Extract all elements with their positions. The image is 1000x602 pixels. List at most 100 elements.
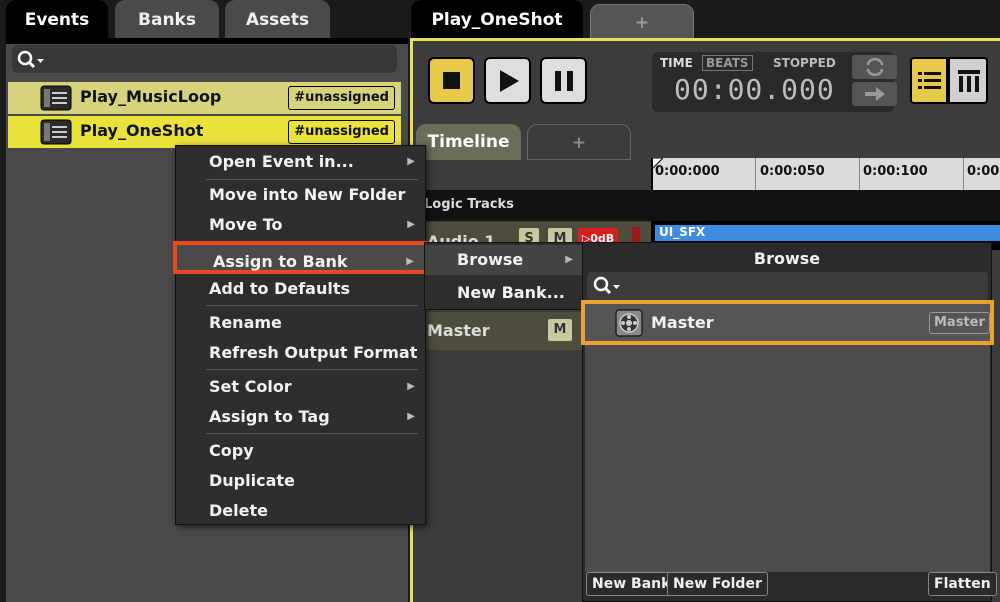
menu-item-label: Rename: [209, 313, 282, 332]
search-icon[interactable]: [593, 276, 623, 296]
time-mode-toggle[interactable]: TIME: [658, 56, 695, 70]
menu-item-label: Browse: [457, 250, 524, 269]
bank-tag-badge: #unassigned: [288, 86, 395, 110]
menu-separator: [206, 305, 418, 306]
time-readout: 00:00.000: [674, 73, 835, 106]
pause-button[interactable]: [540, 57, 587, 104]
ruler-tick: [755, 158, 756, 190]
submenu-arrow-icon: ▶: [407, 381, 415, 392]
submenu-arrow-icon: ▶: [407, 156, 415, 167]
timeline-tab[interactable]: Timeline: [416, 124, 521, 160]
logic-tracks-header[interactable]: Logic Tracks: [424, 190, 1000, 221]
menu-item-move-to[interactable]: Move To ▶: [176, 211, 425, 239]
event-icon: [40, 85, 72, 111]
submenu-arrow-icon: ▶: [407, 219, 415, 230]
arrow-right-icon: [865, 87, 885, 101]
menu-item-label: Duplicate: [209, 471, 295, 490]
instrument-label: UI_SFX: [659, 225, 706, 239]
browse-search-input[interactable]: [587, 272, 988, 300]
menu-item-delete[interactable]: Delete: [176, 497, 425, 525]
audio-instrument-clip[interactable]: UI_SFX: [655, 225, 1000, 241]
list-icon: [918, 72, 941, 89]
bank-tag-badge: #unassigned: [288, 120, 395, 144]
menu-item-add-to-defaults[interactable]: Add to Defaults: [176, 275, 425, 303]
stop-icon: [443, 72, 460, 89]
list-view-button[interactable]: [910, 57, 948, 104]
submenu-arrow-icon: ▶: [406, 256, 414, 267]
menu-item-rename[interactable]: Rename: [176, 309, 425, 337]
event-context-menu: Open Event in... ▶ Move into New Folder M…: [173, 145, 428, 525]
menu-item-duplicate[interactable]: Duplicate: [176, 467, 425, 495]
loop-toggle-button[interactable]: [852, 55, 897, 79]
menu-item-new-bank[interactable]: New Bank...: [425, 279, 583, 307]
track-name: Master: [427, 321, 490, 340]
menu-item-assign-to-tag[interactable]: Assign to Tag ▶: [176, 403, 425, 431]
menu-item-set-color[interactable]: Set Color ▶: [176, 373, 425, 401]
new-folder-button[interactable]: New Folder: [667, 572, 768, 596]
menu-item-label: Add to Defaults: [209, 279, 351, 298]
menu-separator: [206, 433, 418, 434]
ruler-tick-label: 0:00:1: [967, 164, 1000, 179]
menu-item-assign-to-bank[interactable]: Assign to Bank ▶: [173, 241, 428, 274]
assign-to-bank-submenu: Browse ▶ New Bank...: [424, 242, 584, 310]
menu-item-label: Assign to Bank: [213, 252, 348, 271]
stop-button[interactable]: [428, 57, 475, 104]
follow-toggle-button[interactable]: [852, 82, 897, 106]
logic-tracks-label: Logic Tracks: [424, 197, 514, 212]
popup-title: Browse: [753, 249, 821, 268]
tab-assets[interactable]: Assets: [225, 0, 330, 40]
play-icon: [500, 70, 519, 92]
bank-browse-popup: Browse: [582, 242, 992, 602]
beats-mode-toggle[interactable]: BEATS: [702, 55, 753, 71]
menu-item-label: Move To: [209, 215, 283, 234]
ruler-tick-label: 0:00:100: [863, 164, 928, 179]
event-item-play-oneshot[interactable]: Play_OneShot #unassigned: [8, 116, 401, 148]
bank-type-badge: Master: [929, 312, 990, 334]
menu-item-refresh-output-format[interactable]: Refresh Output Format: [176, 339, 425, 367]
tab-banks[interactable]: Banks: [115, 0, 219, 40]
menu-item-browse[interactable]: Browse ▶: [425, 245, 583, 275]
menu-separator: [206, 179, 418, 180]
search-icon[interactable]: [17, 50, 47, 70]
ruler-tick: [963, 158, 964, 190]
menu-item-label: Set Color: [209, 377, 292, 396]
timeline-ruler[interactable]: 0:00:000 0:00:050 0:00:100 0:00:1: [651, 158, 1000, 190]
grid-icon: [958, 70, 980, 92]
pause-icon: [555, 71, 573, 91]
search-input[interactable]: [12, 45, 397, 73]
menu-item-label: Move into New Folder: [209, 185, 406, 204]
master-bank-icon: [615, 309, 643, 337]
menu-item-label: Copy: [209, 441, 254, 460]
bank-item-master[interactable]: Master Master: [581, 300, 994, 345]
menu-item-move-into-new-folder[interactable]: Move into New Folder: [176, 181, 425, 209]
master-track-header[interactable]: Master M: [424, 312, 584, 350]
loop-icon: [866, 57, 884, 77]
transport-status: STOPPED: [773, 56, 836, 70]
event-item-play-musicloop[interactable]: Play_MusicLoop #unassigned: [8, 82, 401, 114]
event-name: Play_OneShot: [80, 121, 204, 140]
menu-item-label: New Bank...: [457, 283, 565, 302]
menu-separator: [206, 369, 418, 370]
bank-name: Master: [651, 313, 714, 332]
ruler-tick-label: 0:00:000: [655, 164, 720, 179]
menu-item-label: Delete: [209, 501, 268, 520]
editor-tab-play-oneshot[interactable]: Play_OneShot: [411, 0, 583, 40]
ruler-tick-label: 0:00:050: [760, 164, 825, 179]
editor-add-tab-button[interactable]: +: [590, 4, 694, 40]
play-button[interactable]: [484, 57, 531, 104]
event-icon: [40, 119, 72, 145]
submenu-arrow-icon: ▶: [565, 254, 573, 265]
menu-item-label: Assign to Tag: [209, 407, 330, 426]
bank-list: [585, 307, 990, 572]
menu-item-open-event-in[interactable]: Open Event in... ▶: [176, 148, 425, 176]
menu-item-copy[interactable]: Copy: [176, 437, 425, 465]
submenu-arrow-icon: ▶: [407, 411, 415, 422]
menu-item-label: Refresh Output Format: [209, 343, 418, 362]
new-bank-button[interactable]: New Bank: [586, 572, 677, 596]
add-parameter-tab-button[interactable]: +: [527, 124, 631, 160]
flatten-button[interactable]: Flatten: [928, 572, 997, 596]
mute-button[interactable]: M: [548, 319, 572, 341]
tab-events[interactable]: Events: [6, 0, 108, 40]
grid-view-button[interactable]: [948, 57, 988, 104]
ruler-tick: [859, 158, 860, 190]
